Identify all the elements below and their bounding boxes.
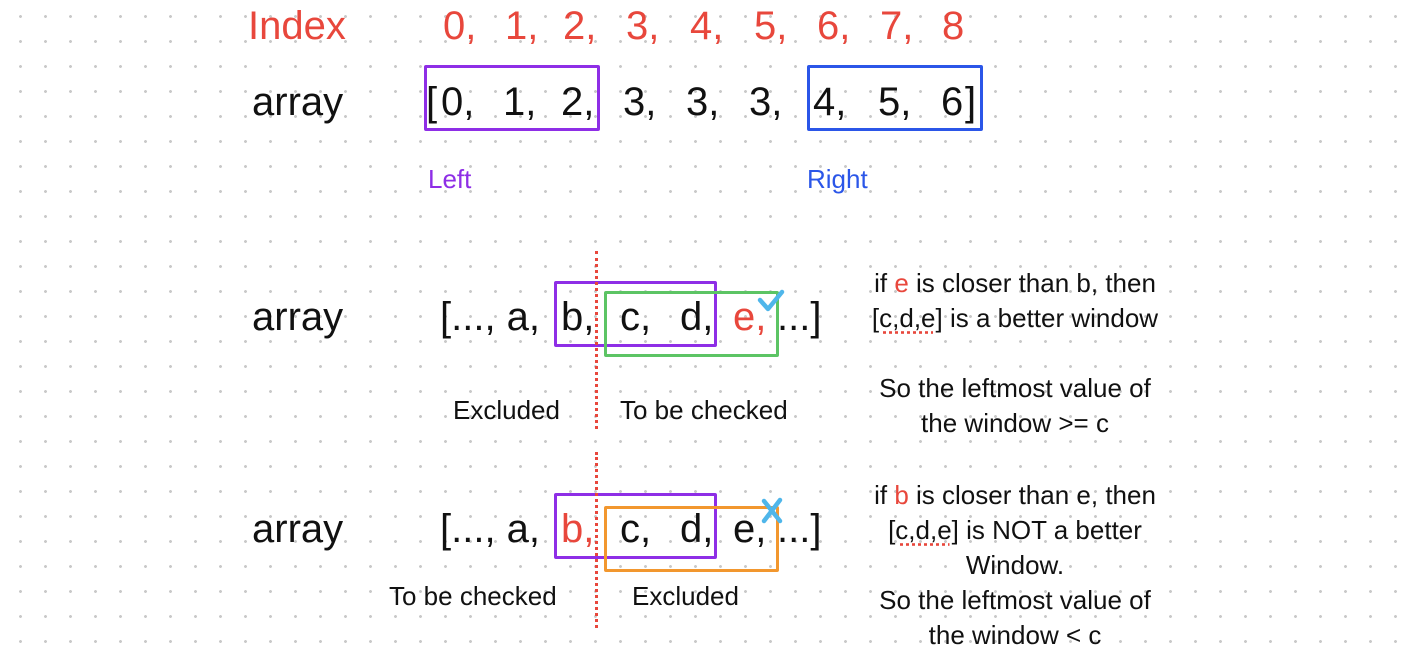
- right-label: Right: [807, 164, 868, 194]
- case2-array-label: array: [252, 507, 344, 551]
- case1-note-line3: So the leftmost value of: [879, 373, 1151, 403]
- case1-explanation: if e is closer than b, then [c,d,e] is a…: [840, 266, 1190, 441]
- case2-note-line2: [c,d,e] is NOT a better: [888, 515, 1142, 545]
- array-value: 3,: [749, 80, 783, 124]
- index-label: Index: [248, 4, 346, 48]
- index-value: 2,: [563, 4, 597, 48]
- array-value: 3,: [686, 80, 720, 124]
- cross-icon: [761, 497, 783, 524]
- case2-token: [..., a,: [440, 507, 541, 551]
- case2-divider: [595, 452, 598, 628]
- index-value: 5,: [754, 4, 788, 48]
- index-value: 3,: [626, 4, 660, 48]
- index-value: 1,: [505, 4, 539, 48]
- left-window-box: [424, 65, 600, 131]
- check-icon: [757, 289, 785, 312]
- left-label: Left: [428, 164, 472, 194]
- index-value: 0,: [443, 4, 477, 48]
- case2-next-window-box: [604, 506, 779, 572]
- array-label: array: [252, 80, 344, 124]
- case2-explanation: if b is closer than e, then [c,d,e] is N…: [840, 478, 1190, 653]
- array-value: 3,: [623, 80, 657, 124]
- case2-note-line4: So the leftmost value of: [879, 585, 1151, 615]
- index-value: 4,: [690, 4, 724, 48]
- case1-note-line1: if e is closer than b, then: [874, 268, 1156, 298]
- case1-excluded-label: Excluded: [453, 395, 560, 425]
- index-value: 6,: [817, 4, 851, 48]
- case1-note-line4: the window >= c: [921, 408, 1109, 438]
- case1-next-window-box: [604, 291, 779, 357]
- case2-note-line5: the window < c: [928, 620, 1102, 650]
- index-value: 7,: [880, 4, 914, 48]
- right-window-box: [807, 65, 983, 131]
- index-value: 8: [942, 4, 965, 48]
- case1-divider: [595, 251, 598, 429]
- case1-array-label: array: [252, 295, 344, 339]
- case2-excluded-label: Excluded: [632, 581, 739, 611]
- case1-checked-label: To be checked: [620, 395, 788, 425]
- case2-note-line1: if b is closer than e, then: [874, 480, 1156, 510]
- case2-checked-label: To be checked: [389, 581, 557, 611]
- case1-note-line2: [c,d,e] is a better window: [871, 303, 1159, 333]
- case1-token: [..., a,: [440, 295, 541, 339]
- case2-note-line3: Window.: [965, 550, 1065, 580]
